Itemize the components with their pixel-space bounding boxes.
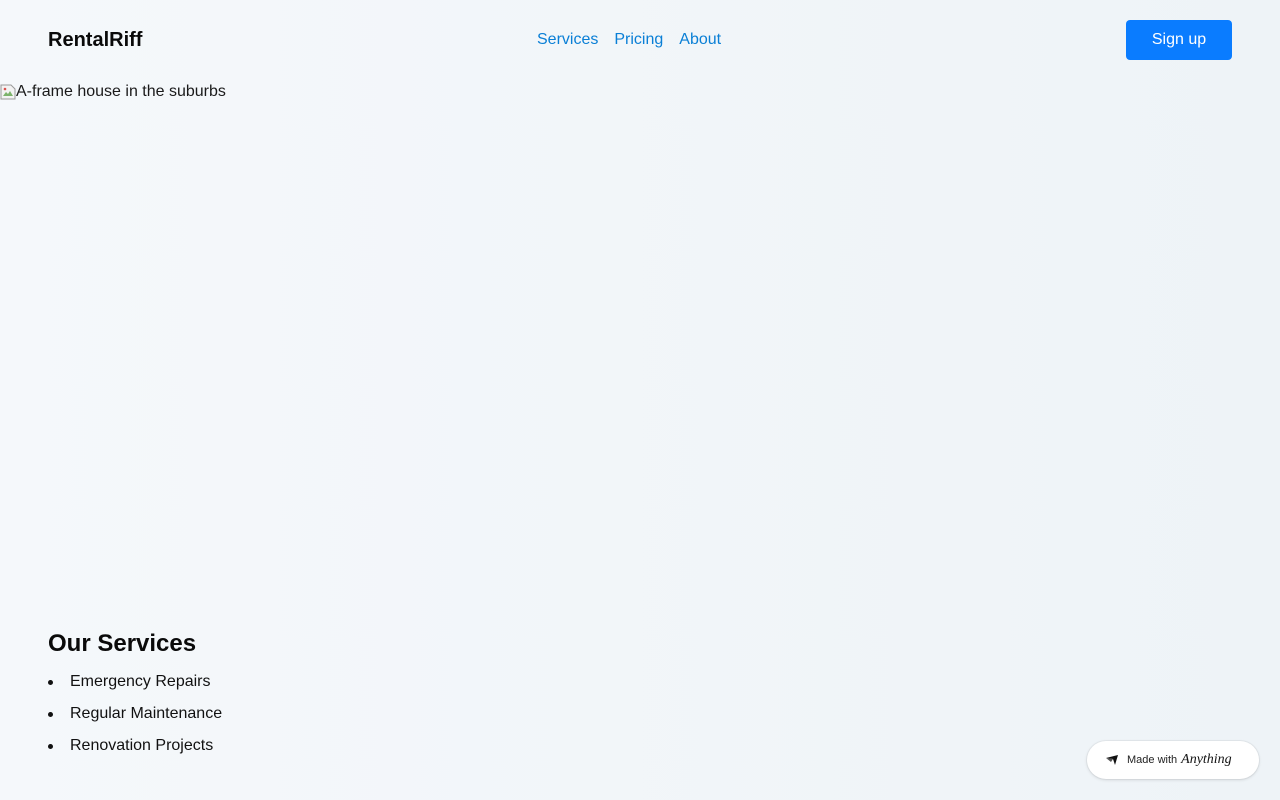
service-label: Emergency Repairs [70, 673, 211, 690]
nav-link-pricing[interactable]: Pricing [614, 30, 663, 50]
bullet-icon [48, 712, 53, 717]
list-item: Renovation Projects [48, 736, 222, 756]
list-item: Emergency Repairs [48, 672, 222, 692]
bullet-icon [48, 744, 53, 749]
made-with-brand: Anything [1181, 752, 1232, 767]
service-label: Renovation Projects [70, 737, 214, 754]
services-section: Our Services Emergency Repairs Regular M… [48, 628, 222, 768]
broken-image-icon [0, 84, 16, 100]
made-with-text: Made with [1127, 754, 1178, 766]
hero-image-alt-text: A-frame house in the suburbs [16, 83, 226, 100]
bullet-icon [48, 680, 53, 685]
service-label: Regular Maintenance [70, 705, 223, 722]
nav-link-services[interactable]: Services [537, 30, 598, 50]
services-title: Our Services [48, 630, 197, 657]
nav-link-about[interactable]: About [679, 30, 721, 50]
main-nav: Services Pricing About [537, 30, 721, 50]
made-with-badge[interactable]: Made with Anything [1087, 741, 1259, 779]
brand-logo[interactable]: RentalRiff [48, 28, 142, 52]
anything-logo-icon [1105, 754, 1119, 766]
services-list: Emergency Repairs Regular Maintenance Re… [48, 672, 222, 756]
hero-image: A-frame house in the suburbs [0, 80, 1280, 600]
signup-button[interactable]: Sign up [1126, 20, 1232, 60]
list-item: Regular Maintenance [48, 704, 222, 724]
site-header: RentalRiff Services Pricing About Sign u… [0, 0, 1280, 80]
